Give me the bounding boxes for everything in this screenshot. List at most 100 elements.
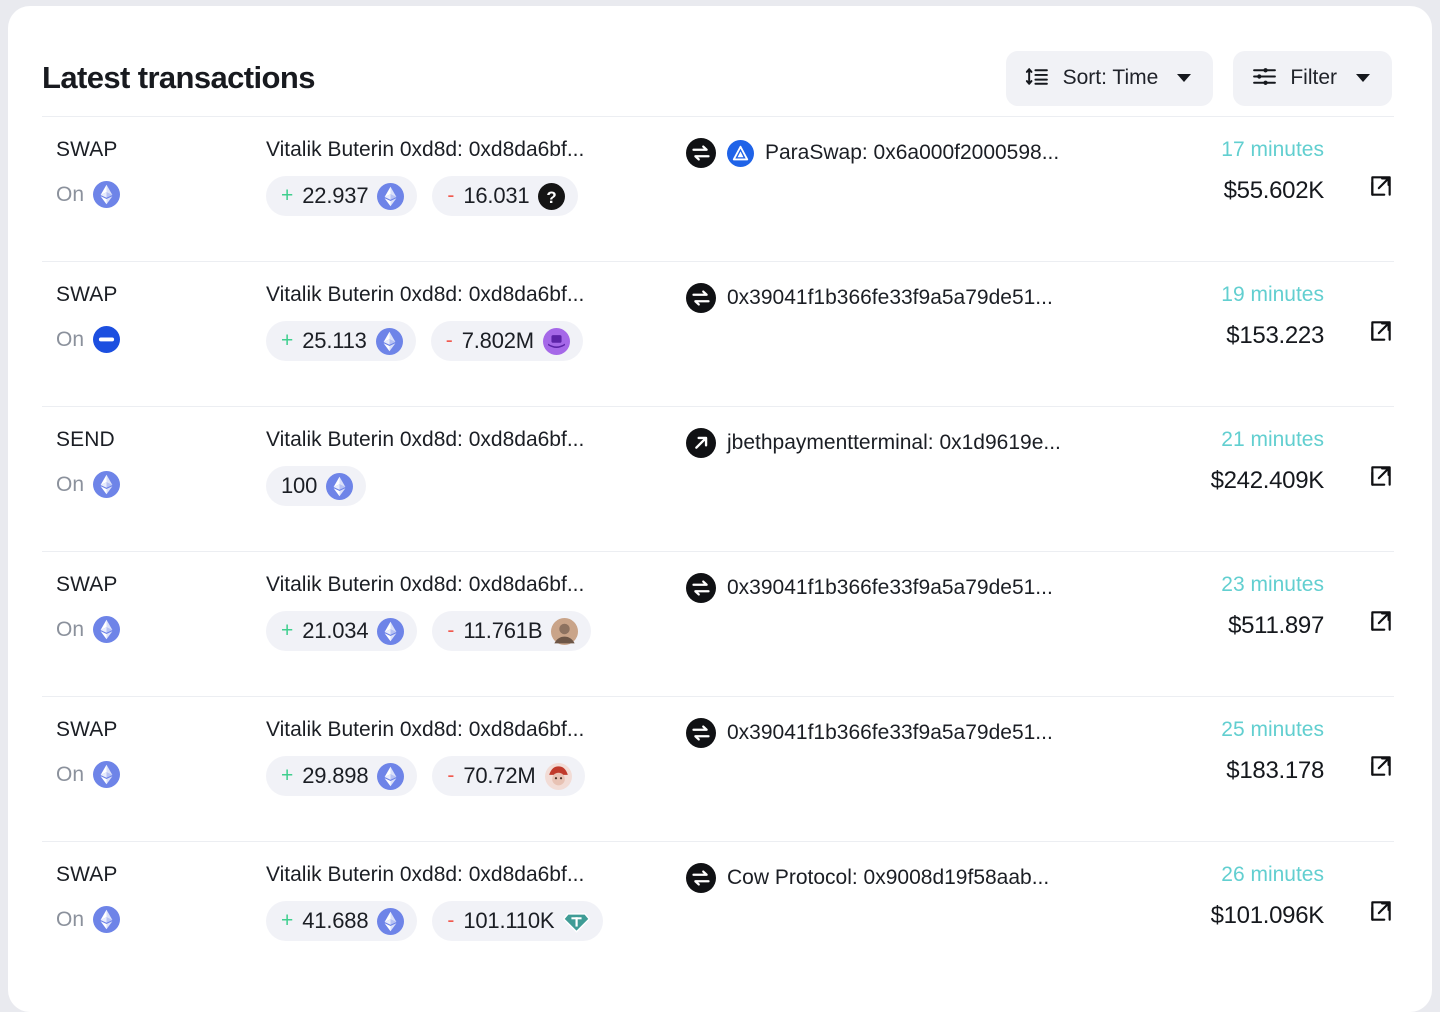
amount-list: + 29.898 - 70.72M	[266, 756, 686, 796]
chain-row: On	[56, 181, 266, 208]
from-address[interactable]: Vitalik Buterin 0xd8d: 0xd8da6bf...	[266, 717, 686, 743]
ethereum-icon	[377, 763, 404, 790]
page-title: Latest transactions	[42, 60, 315, 96]
open-transaction-button[interactable]	[1368, 318, 1394, 344]
open-transaction-button[interactable]	[1368, 463, 1394, 489]
send-arrow-icon	[686, 428, 716, 458]
to-address[interactable]: Cow Protocol: 0x9008d19f58aab...	[727, 866, 1049, 890]
transaction-type-cell: SWAP On	[42, 137, 266, 208]
amount-sign: -	[447, 184, 454, 208]
to-cell: 0x39041f1b366fe33f9a5a79de51...	[686, 572, 1098, 603]
base-icon	[93, 326, 120, 353]
transaction-type: SWAP	[56, 282, 266, 308]
svg-text:?: ?	[547, 187, 557, 206]
amount-sign: -	[446, 329, 453, 353]
table-row[interactable]: SWAP On Vitalik Buterin 0xd8d: 0xd8da6bf…	[42, 551, 1394, 696]
sort-icon	[1025, 64, 1050, 92]
on-label: On	[56, 763, 84, 787]
link-cell	[1330, 427, 1394, 489]
amount-value: 29.898	[302, 763, 368, 789]
external-link-icon	[1368, 753, 1394, 779]
meta-cell: 17 minutes $55.602K	[1098, 137, 1330, 205]
unknown-token-icon: ?	[538, 183, 565, 210]
on-label: On	[56, 473, 84, 497]
from-cell: Vitalik Buterin 0xd8d: 0xd8da6bf... + 41…	[266, 862, 686, 941]
amount-pill: + 25.113	[266, 321, 416, 361]
from-cell: Vitalik Buterin 0xd8d: 0xd8da6bf... + 22…	[266, 137, 686, 216]
timestamp: 21 minutes	[1098, 427, 1324, 453]
open-transaction-button[interactable]	[1368, 753, 1394, 779]
amount-sign: -	[447, 909, 454, 933]
table-row[interactable]: SWAP On Vitalik Buterin 0xd8d: 0xd8da6bf…	[42, 696, 1394, 841]
transaction-list: SWAP On Vitalik Buterin 0xd8d: 0xd8da6bf…	[8, 116, 1432, 986]
open-transaction-button[interactable]	[1368, 173, 1394, 199]
pink-avatar-token-icon	[545, 763, 572, 790]
link-cell	[1330, 862, 1394, 924]
ethereum-icon	[326, 473, 353, 500]
amount-value: 7.802M	[462, 328, 534, 354]
sort-button[interactable]: Sort: Time	[1006, 51, 1214, 106]
external-link-icon	[1368, 173, 1394, 199]
ethereum-icon	[377, 183, 404, 210]
from-address[interactable]: Vitalik Buterin 0xd8d: 0xd8da6bf...	[266, 862, 686, 888]
open-transaction-button[interactable]	[1368, 898, 1394, 924]
swap-icon	[686, 718, 716, 748]
tan-avatar-token-icon	[551, 618, 578, 645]
usd-value: $101.096K	[1098, 902, 1324, 930]
amount-pill: - 101.110K	[432, 901, 603, 941]
filter-sliders-icon	[1252, 64, 1277, 92]
chain-row: On	[56, 761, 266, 788]
open-transaction-button[interactable]	[1368, 608, 1394, 634]
amount-pill: + 41.688	[266, 901, 417, 941]
amount-list: + 21.034 - 11.761B	[266, 611, 686, 651]
from-address[interactable]: Vitalik Buterin 0xd8d: 0xd8da6bf...	[266, 427, 686, 453]
table-row[interactable]: SEND On Vitalik Buterin 0xd8d: 0xd8da6bf…	[42, 406, 1394, 551]
amount-pill: - 7.802M	[431, 321, 583, 361]
amount-pill: + 21.034	[266, 611, 417, 651]
to-cell: 0x39041f1b366fe33f9a5a79de51...	[686, 717, 1098, 748]
amount-pill: + 22.937	[266, 176, 417, 216]
filter-button[interactable]: Filter	[1233, 51, 1392, 106]
amount-pill: - 16.031 ?	[432, 176, 578, 216]
from-cell: Vitalik Buterin 0xd8d: 0xd8da6bf... 100	[266, 427, 686, 506]
swap-icon	[686, 138, 716, 168]
amount-list: 100	[266, 466, 686, 506]
chain-row: On	[56, 471, 266, 498]
from-address[interactable]: Vitalik Buterin 0xd8d: 0xd8da6bf...	[266, 137, 686, 163]
to-address[interactable]: 0x39041f1b366fe33f9a5a79de51...	[727, 286, 1053, 310]
link-cell	[1330, 137, 1394, 199]
table-row[interactable]: SWAP On Vitalik Buterin 0xd8d: 0xd8da6bf…	[42, 841, 1394, 986]
to-address[interactable]: 0x39041f1b366fe33f9a5a79de51...	[727, 721, 1053, 745]
ethereum-icon	[93, 181, 120, 208]
from-cell: Vitalik Buterin 0xd8d: 0xd8da6bf... + 21…	[266, 572, 686, 651]
from-address[interactable]: Vitalik Buterin 0xd8d: 0xd8da6bf...	[266, 572, 686, 598]
amount-value: 22.937	[302, 183, 368, 209]
chain-row: On	[56, 906, 266, 933]
amount-value: 101.110K	[463, 908, 554, 934]
to-address[interactable]: 0x39041f1b366fe33f9a5a79de51...	[727, 576, 1053, 600]
on-label: On	[56, 908, 84, 932]
transaction-type-cell: SEND On	[42, 427, 266, 498]
ethereum-icon	[377, 618, 404, 645]
chain-row: On	[56, 326, 266, 353]
amount-list: + 41.688 - 101.110K	[266, 901, 686, 941]
transaction-type: SWAP	[56, 572, 266, 598]
timestamp: 26 minutes	[1098, 862, 1324, 888]
amount-sign: +	[281, 909, 293, 933]
meta-cell: 21 minutes $242.409K	[1098, 427, 1330, 495]
to-address[interactable]: ParaSwap: 0x6a000f2000598...	[765, 141, 1059, 165]
timestamp: 19 minutes	[1098, 282, 1324, 308]
table-row[interactable]: SWAP On Vitalik Buterin 0xd8d: 0xd8da6bf…	[42, 116, 1394, 261]
table-row[interactable]: SWAP On Vitalik Buterin 0xd8d: 0xd8da6bf…	[42, 261, 1394, 406]
amount-pill: 100	[266, 466, 366, 506]
to-address[interactable]: jbethpaymentterminal: 0x1d9619e...	[727, 431, 1061, 455]
swap-icon	[686, 863, 716, 893]
link-cell	[1330, 282, 1394, 344]
transaction-type-cell: SWAP On	[42, 862, 266, 933]
usd-value: $153.223	[1098, 322, 1324, 350]
chevron-down-icon	[1177, 74, 1191, 82]
from-address[interactable]: Vitalik Buterin 0xd8d: 0xd8da6bf...	[266, 282, 686, 308]
amount-sign: -	[447, 619, 454, 643]
usd-value: $242.409K	[1098, 467, 1324, 495]
timestamp: 17 minutes	[1098, 137, 1324, 163]
